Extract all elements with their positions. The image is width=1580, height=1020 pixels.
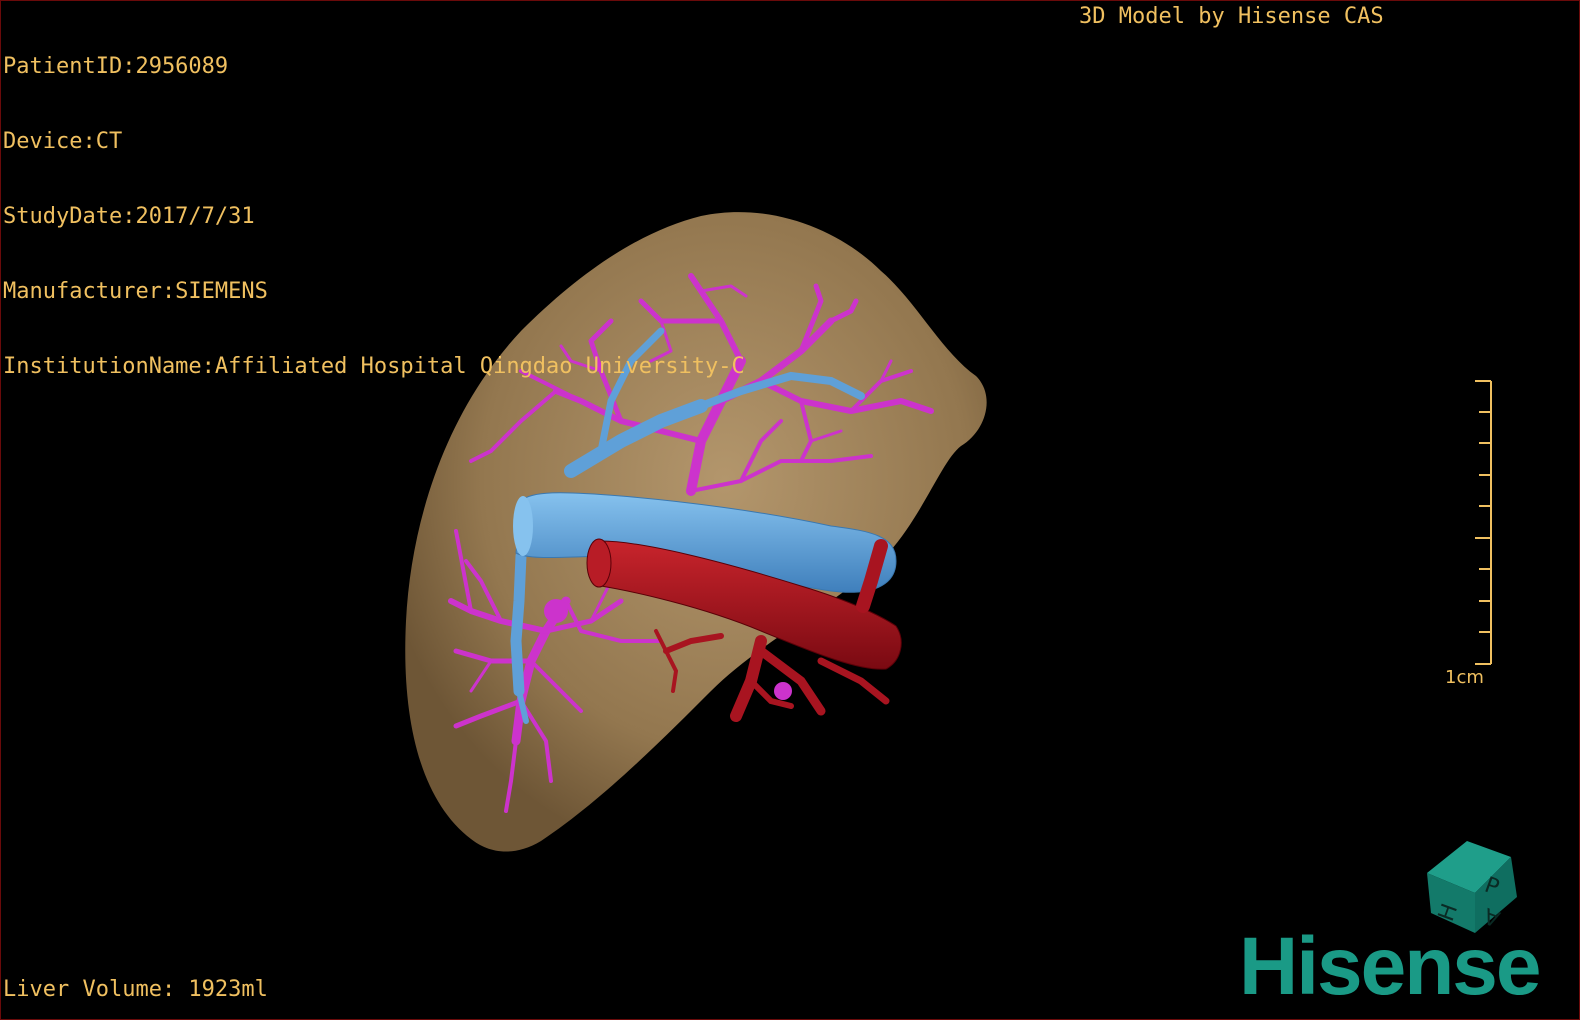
scale-label: 1cm <box>1445 667 1484 688</box>
hisense-logo: Hisense <box>1239 921 1542 1012</box>
3d-viewport[interactable]: PatientID:2956089 Device:CT StudyDate:20… <box>0 0 1580 1020</box>
dicom-info-block: PatientID:2956089 Device:CT StudyDate:20… <box>3 4 745 429</box>
patient-id: PatientID:2956089 <box>3 54 229 79</box>
model-credit: 3D Model by Hisense CAS <box>1079 4 1384 29</box>
manufacturer: Manufacturer:SIEMENS <box>3 279 268 304</box>
device: Device:CT <box>3 129 123 154</box>
study-date: StudyDate:2017/7/31 <box>3 204 255 229</box>
liver-volume: Liver Volume: 1923ml <box>3 977 268 1002</box>
institution-name: InstitutionName:Affiliated Hospital Qing… <box>3 354 745 379</box>
